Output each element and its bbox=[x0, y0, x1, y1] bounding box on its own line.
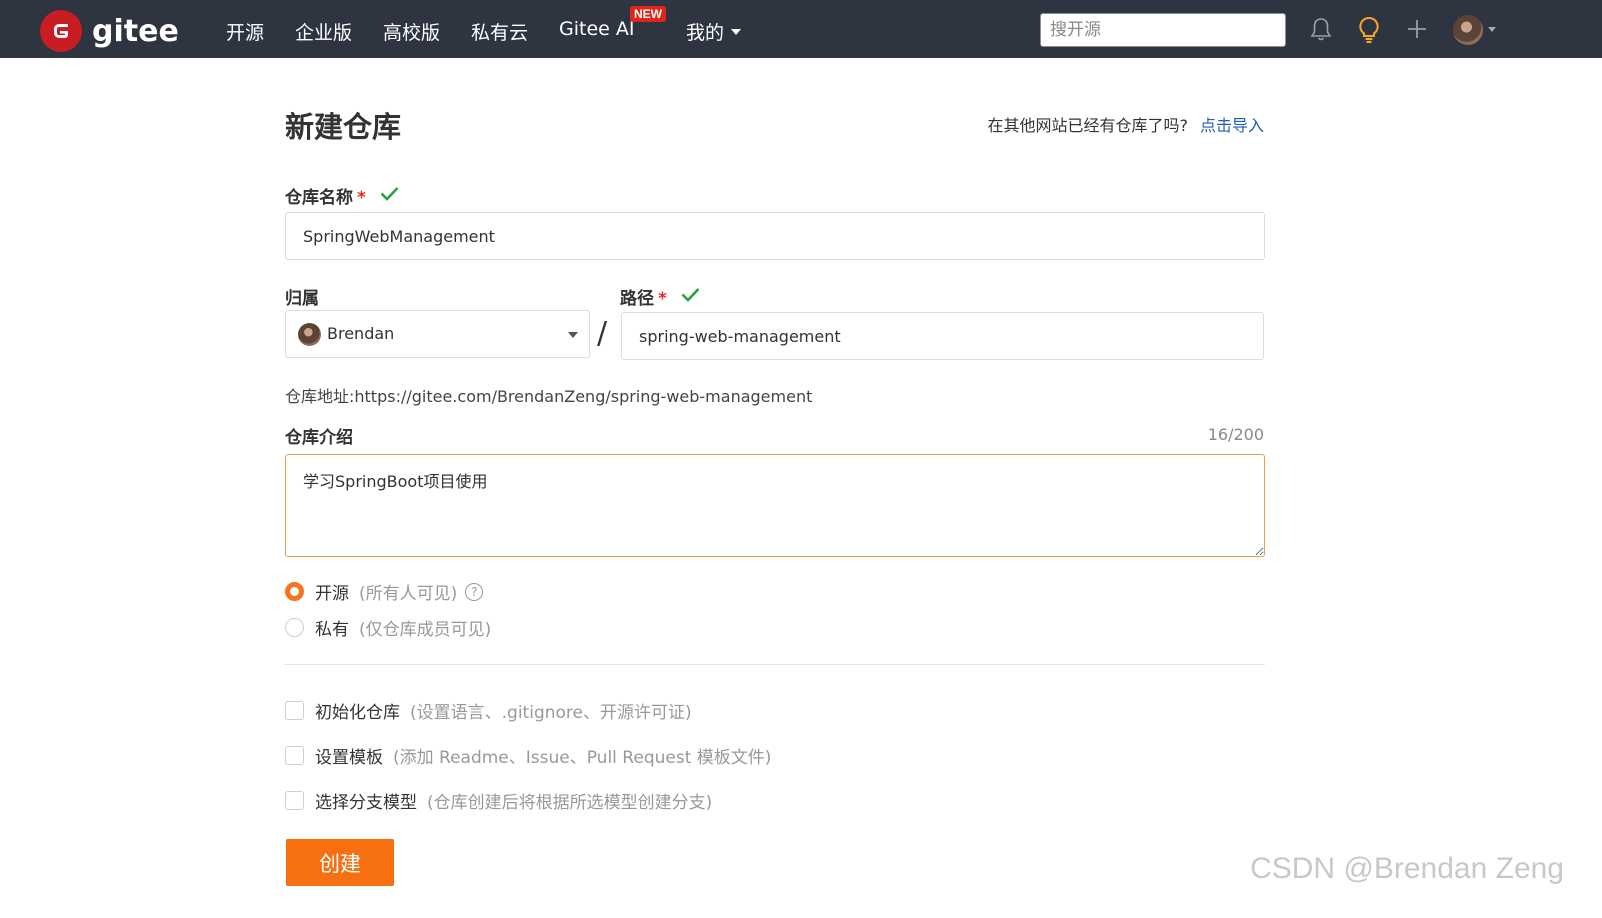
nav-enterprise[interactable]: 企业版 bbox=[295, 18, 352, 45]
required-mark: * bbox=[357, 188, 366, 208]
path-label-text: 路径 bbox=[620, 289, 654, 309]
new-badge: NEW bbox=[630, 6, 666, 22]
check-icon bbox=[681, 287, 700, 307]
plus-icon[interactable] bbox=[1406, 16, 1428, 46]
check-icon bbox=[380, 186, 399, 206]
nav-mine-menu[interactable]: 我的 bbox=[686, 18, 742, 45]
watermark: CSDN @Brendan Zeng bbox=[1250, 852, 1564, 885]
option-branch-model-hint: (仓库创建后将根据所选模型创建分支) bbox=[427, 793, 713, 813]
description-counter: 16/200 bbox=[1207, 425, 1264, 444]
path-label: 路径 * bbox=[620, 284, 700, 309]
import-prompt: 在其他网站已经有仓库了吗? bbox=[987, 116, 1188, 135]
visibility-public-option[interactable]: 开源 (所有人可见) ? bbox=[285, 579, 484, 604]
option-branch-model-label: 选择分支模型 bbox=[315, 793, 417, 813]
owner-name: Brendan bbox=[327, 324, 395, 343]
divider bbox=[285, 664, 1265, 665]
chevron-down-icon bbox=[568, 332, 578, 338]
option-template-hint: (添加 Readme、Issue、Pull Request 模板文件) bbox=[393, 748, 772, 768]
top-navbar: gitee 开源 企业版 高校版 私有云 Gitee AI NEW 我的 bbox=[0, 0, 1602, 58]
required-mark: * bbox=[658, 289, 667, 309]
option-template[interactable]: 设置模板 (添加 Readme、Issue、Pull Request 模板文件) bbox=[285, 743, 771, 768]
repo-name-label: 仓库名称 * bbox=[285, 183, 399, 208]
repo-name-label-text: 仓库名称 bbox=[285, 188, 353, 208]
radio-public[interactable] bbox=[285, 582, 304, 601]
visibility-public-hint: (所有人可见) bbox=[359, 584, 458, 604]
user-avatar[interactable] bbox=[1453, 15, 1483, 45]
page-title: 新建仓库 bbox=[285, 110, 402, 144]
checkbox-template[interactable] bbox=[285, 746, 304, 765]
help-icon[interactable]: ? bbox=[465, 582, 484, 601]
chevron-down-icon[interactable] bbox=[1488, 27, 1496, 32]
visibility-private-hint: (仅仓库成员可见) bbox=[359, 620, 492, 640]
create-button[interactable]: 创建 bbox=[286, 839, 394, 886]
path-separator: / bbox=[597, 316, 608, 351]
nav-mine-label: 我的 bbox=[686, 22, 725, 44]
gitee-logo-icon bbox=[40, 10, 82, 52]
description-label: 仓库介绍 bbox=[285, 428, 353, 448]
checkbox-branch-model[interactable] bbox=[285, 791, 304, 810]
radio-private[interactable] bbox=[285, 618, 304, 637]
nav-private-cloud[interactable]: 私有云 bbox=[471, 18, 528, 45]
chevron-down-icon bbox=[731, 28, 742, 35]
brand-name: gitee bbox=[92, 13, 179, 49]
description-textarea[interactable]: 学习SpringBoot项目使用 bbox=[285, 454, 1265, 557]
option-template-label: 设置模板 bbox=[315, 748, 383, 768]
option-branch-model[interactable]: 选择分支模型 (仓库创建后将根据所选模型创建分支) bbox=[285, 788, 712, 813]
repo-name-input[interactable] bbox=[285, 212, 1265, 260]
nav-education[interactable]: 高校版 bbox=[383, 18, 440, 45]
import-hint: 在其他网站已经有仓库了吗? 点击导入 bbox=[987, 112, 1264, 136]
owner-label: 归属 bbox=[285, 289, 319, 309]
import-link[interactable]: 点击导入 bbox=[1200, 116, 1264, 135]
bell-icon[interactable] bbox=[1310, 16, 1332, 46]
owner-select[interactable]: Brendan bbox=[285, 310, 590, 358]
visibility-private-label: 私有 bbox=[315, 620, 349, 640]
visibility-private-option[interactable]: 私有 (仅仓库成员可见) bbox=[285, 615, 491, 640]
option-init-repo-hint: (设置语言、.gitignore、开源许可证) bbox=[410, 703, 692, 723]
option-init-repo-label: 初始化仓库 bbox=[315, 703, 400, 723]
nav-gitee-ai[interactable]: Gitee AI bbox=[559, 18, 634, 40]
path-input[interactable] bbox=[621, 312, 1264, 360]
gitee-logo[interactable]: gitee bbox=[40, 10, 179, 52]
checkbox-init-repo[interactable] bbox=[285, 701, 304, 720]
owner-avatar bbox=[298, 323, 321, 346]
nav-open-source[interactable]: 开源 bbox=[226, 18, 264, 45]
repo-url-text: 仓库地址:https://gitee.com/BrendanZeng/sprin… bbox=[285, 387, 813, 406]
visibility-public-label: 开源 bbox=[315, 584, 349, 604]
lightbulb-icon[interactable] bbox=[1357, 16, 1381, 48]
option-init-repo[interactable]: 初始化仓库 (设置语言、.gitignore、开源许可证) bbox=[285, 698, 692, 723]
search-input[interactable] bbox=[1040, 13, 1286, 47]
